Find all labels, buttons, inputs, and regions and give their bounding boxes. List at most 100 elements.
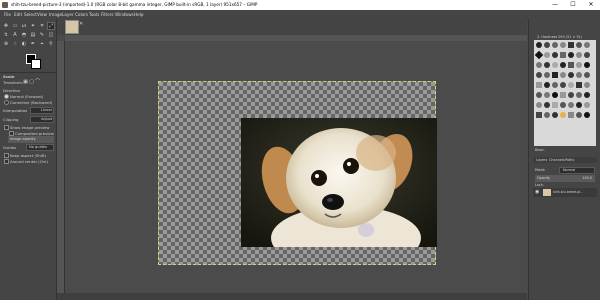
opacity-slider[interactable]: Opacity 100.0 [535, 175, 595, 182]
brush-tile[interactable] [536, 42, 542, 48]
menu-view[interactable]: View [37, 12, 47, 17]
clipping-select[interactable]: Adjust [30, 116, 54, 123]
text-tool-icon[interactable]: A [12, 32, 18, 38]
mode-select[interactable]: Normal [559, 167, 595, 174]
brush-tile[interactable] [544, 62, 550, 68]
brush-tile[interactable] [552, 102, 558, 108]
brush-tile[interactable] [576, 112, 582, 118]
brush-tile[interactable] [560, 52, 566, 58]
brush-tile[interactable] [560, 82, 566, 88]
brush-tile[interactable] [552, 82, 558, 88]
brush-tile[interactable] [552, 52, 558, 58]
brush-tile[interactable] [536, 62, 542, 68]
tab-channels[interactable]: Channels [549, 158, 565, 162]
brush-tile[interactable] [584, 42, 590, 48]
menu-select[interactable]: Select [24, 12, 37, 17]
direction-corrective-radio[interactable] [4, 100, 9, 105]
fill-tool-icon[interactable]: ◓ [21, 32, 27, 38]
brush-tile[interactable] [576, 42, 582, 48]
brush-tile[interactable] [560, 42, 566, 48]
brush-tile[interactable] [544, 92, 550, 98]
brush-tile[interactable] [576, 82, 582, 88]
visibility-eye-icon[interactable]: ◉ [535, 189, 539, 195]
keep-aspect-checkbox[interactable] [4, 153, 9, 158]
brush-tile[interactable] [584, 62, 590, 68]
menu-layer[interactable]: Layer [62, 12, 74, 17]
vertical-ruler[interactable] [57, 41, 65, 293]
brush-tile[interactable] [544, 52, 550, 58]
transform-selection-icon[interactable]: ▢ [29, 79, 34, 85]
image-opacity-slider[interactable]: Image opacity [8, 136, 54, 143]
brush-tile[interactable] [544, 102, 550, 108]
brush-tile[interactable] [576, 92, 582, 98]
warp-tool-icon[interactable]: ↯ [3, 32, 9, 38]
scale-tool-icon[interactable]: ⤢ [47, 22, 55, 30]
interpolation-select[interactable]: Linear [30, 107, 54, 114]
show-preview-checkbox[interactable] [4, 125, 9, 130]
brush-tile[interactable] [552, 112, 558, 118]
brush-tile[interactable] [568, 62, 574, 68]
brush-tile[interactable] [536, 72, 542, 78]
clone-tool-icon[interactable]: ⊕ [3, 41, 9, 47]
smudge-tool-icon[interactable]: ☝ [12, 41, 18, 47]
brush-tile[interactable] [576, 102, 582, 108]
path-tool-icon[interactable]: ✒ [30, 41, 36, 47]
brush-tile-selected[interactable] [560, 112, 566, 118]
guides-select[interactable]: No guides [26, 144, 54, 151]
brush-tile[interactable] [544, 82, 550, 88]
menu-tools[interactable]: Tools [89, 12, 99, 17]
zoom-tool-icon[interactable]: ⚲ [48, 41, 54, 47]
brush-tile[interactable] [560, 102, 566, 108]
brush-tile[interactable] [584, 52, 590, 58]
menu-colors[interactable]: Colors [75, 12, 88, 17]
brush-tile[interactable] [536, 112, 542, 118]
eraser-tool-icon[interactable]: ◫ [48, 32, 54, 38]
brush-tile[interactable] [560, 62, 566, 68]
fuzzy-select-tool-icon[interactable]: ✦ [30, 23, 36, 29]
brush-tile[interactable] [584, 92, 590, 98]
color-picker-tool-icon[interactable]: ⌖ [39, 41, 45, 47]
brush-tile[interactable] [568, 102, 574, 108]
brush-tile[interactable] [568, 92, 574, 98]
rect-select-tool-icon[interactable]: ▭ [12, 23, 18, 29]
brush-tile[interactable] [552, 42, 558, 48]
brush-tile[interactable] [568, 112, 574, 118]
layer-name[interactable]: shih-tzu-breed-pi... [553, 190, 583, 194]
brush-tile[interactable] [534, 50, 544, 60]
brush-tile[interactable] [536, 102, 542, 108]
menu-file[interactable]: File [4, 12, 11, 17]
direction-normal-radio[interactable] [4, 94, 9, 99]
image-tab-thumbnail[interactable] [65, 20, 79, 34]
brush-tile[interactable] [552, 92, 558, 98]
dodge-tool-icon[interactable]: ◐ [21, 41, 27, 47]
brush-tile[interactable] [584, 82, 590, 88]
brush-tile[interactable] [552, 72, 558, 78]
layer-row[interactable]: ◉ shih-tzu-breed-pi... [533, 188, 597, 197]
move-tool-icon[interactable]: ✥ [3, 23, 9, 29]
tab-paths[interactable]: Paths [565, 158, 574, 162]
transform-path-icon[interactable]: ⌒ [35, 79, 40, 85]
menu-help[interactable]: Help [134, 12, 144, 17]
dog-photo[interactable] [241, 118, 437, 247]
maximize-button[interactable]: ☐ [566, 1, 580, 9]
lasso-tool-icon[interactable]: ᔕ [21, 23, 27, 29]
brush-tile[interactable] [576, 52, 582, 58]
brush-tile[interactable] [544, 42, 550, 48]
brush-tile[interactable] [568, 42, 574, 48]
brush-tile[interactable] [544, 72, 550, 78]
brush-tile[interactable] [568, 82, 574, 88]
menu-windows[interactable]: Windows [115, 12, 134, 17]
crop-tool-icon[interactable]: ⌗ [39, 23, 45, 29]
transform-layer-icon[interactable]: ▣ [23, 79, 28, 85]
brush-tile[interactable] [544, 112, 550, 118]
menu-edit[interactable]: Edit [14, 12, 22, 17]
close-button[interactable]: ✕ [584, 1, 598, 9]
image-tab-close-icon[interactable]: ✕ [79, 21, 83, 27]
brush-tile[interactable] [568, 52, 574, 58]
brush-tile[interactable] [584, 112, 590, 118]
brushes-grid[interactable] [534, 40, 596, 146]
background-color-swatch[interactable] [31, 59, 41, 69]
minimize-button[interactable]: — [548, 1, 562, 9]
brush-tile[interactable] [584, 72, 590, 78]
brush-tile[interactable] [568, 72, 574, 78]
